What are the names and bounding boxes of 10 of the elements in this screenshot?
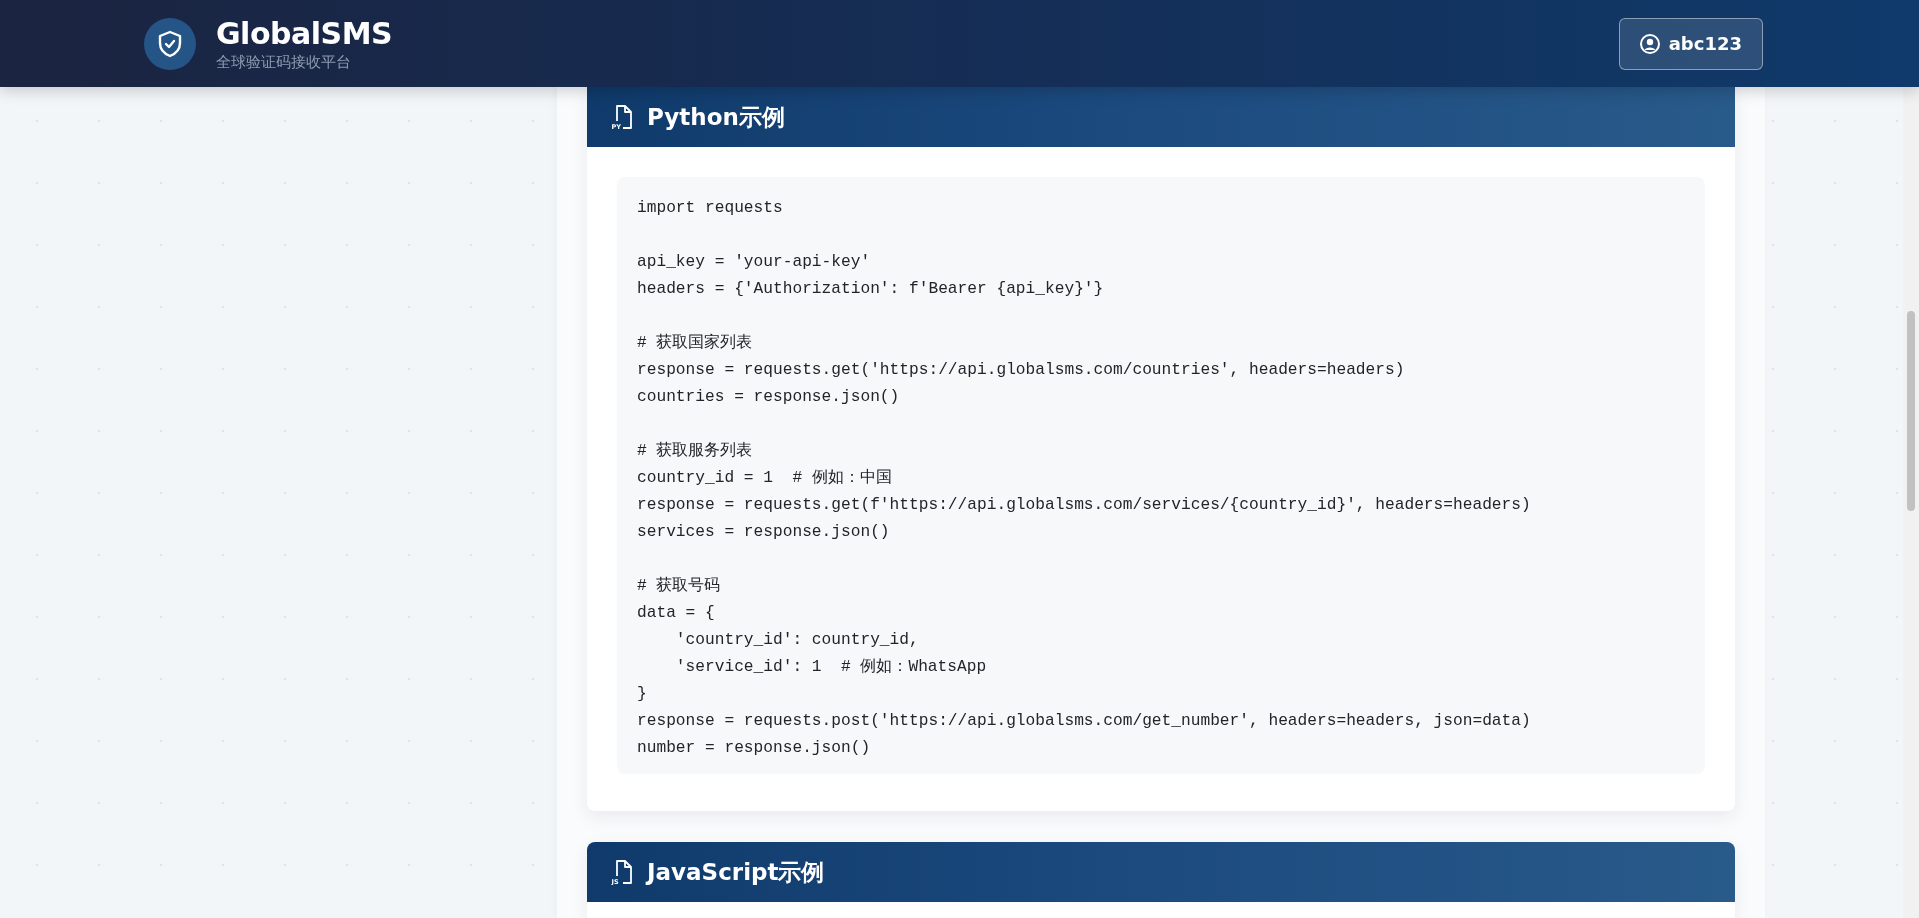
card-title: Python示例 [647,102,785,132]
scrollbar-thumb[interactable] [1907,311,1915,511]
user-account-button[interactable]: abc123 [1618,17,1763,70]
card-title: JavaScript示例 [647,857,825,887]
tagline: 全球验证码接收平台 [216,51,352,72]
shield-check-icon [144,17,196,70]
scrollbar[interactable] [1903,87,1919,918]
user-icon [1639,33,1660,54]
brand-name: GlobalSMS [216,15,393,52]
code-text: import requests api_key = 'your-api-key' headers = {'Authorization': f'Bearer {api_key}'} # 获取国家列表 response = requests.get('https://api.globalsms.com/countries', headers=headers) countries = response.json() # 获取服务列表 country_id = 1 # 例如：中国 response = requests.get(f'https://api.globalsms.com/services/{country_id}', headers=headers) services = response.json() # 获取号码 data = { 'country_id': country_id, 'service_id': 1 # 例如：WhatsApp } response = requests.post('https://api.globalsms.com/get_number', headers=headers, json=data) number = response.json() [637,198,1532,759]
